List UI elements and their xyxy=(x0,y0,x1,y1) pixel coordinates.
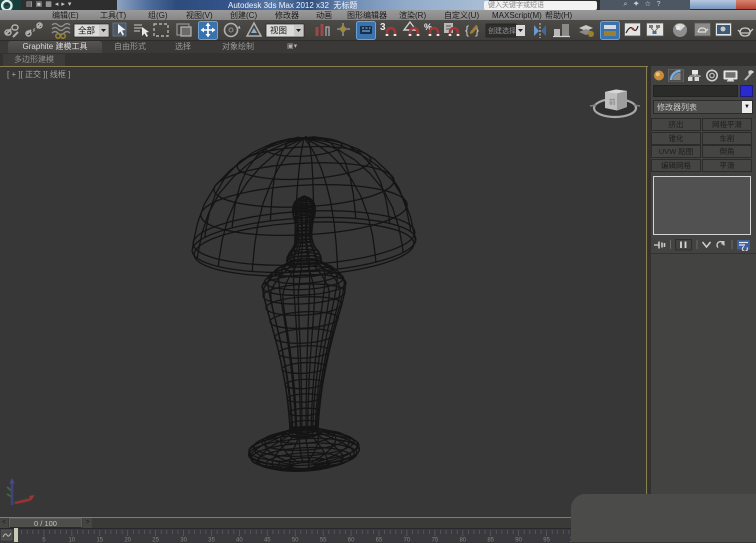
svg-text:30: 30 xyxy=(180,538,187,543)
svg-text:{: { xyxy=(465,23,469,37)
svg-text:20: 20 xyxy=(124,538,131,543)
svg-text:90: 90 xyxy=(515,538,522,543)
svg-text:45: 45 xyxy=(264,538,271,543)
svg-text:60: 60 xyxy=(348,538,355,543)
svg-text:25: 25 xyxy=(152,538,159,543)
svg-text:视图: 视图 xyxy=(270,26,287,36)
svg-text:40: 40 xyxy=(236,538,243,543)
svg-text:10: 10 xyxy=(68,538,75,543)
svg-text:75: 75 xyxy=(432,538,439,543)
svg-text:35: 35 xyxy=(208,538,215,543)
svg-text:全部: 全部 xyxy=(78,26,96,36)
svg-text:55: 55 xyxy=(320,538,327,543)
svg-text:85: 85 xyxy=(487,538,494,543)
svg-text:3: 3 xyxy=(380,22,386,33)
svg-text:95: 95 xyxy=(543,538,550,543)
svg-text:70: 70 xyxy=(404,538,411,543)
svg-text:65: 65 xyxy=(376,538,383,543)
svg-text:}: } xyxy=(475,23,479,37)
svg-text:50: 50 xyxy=(292,538,299,543)
svg-text:15: 15 xyxy=(96,538,103,543)
svg-text:前: 前 xyxy=(609,97,616,106)
svg-text:80: 80 xyxy=(459,538,466,543)
svg-text:5: 5 xyxy=(42,538,46,543)
